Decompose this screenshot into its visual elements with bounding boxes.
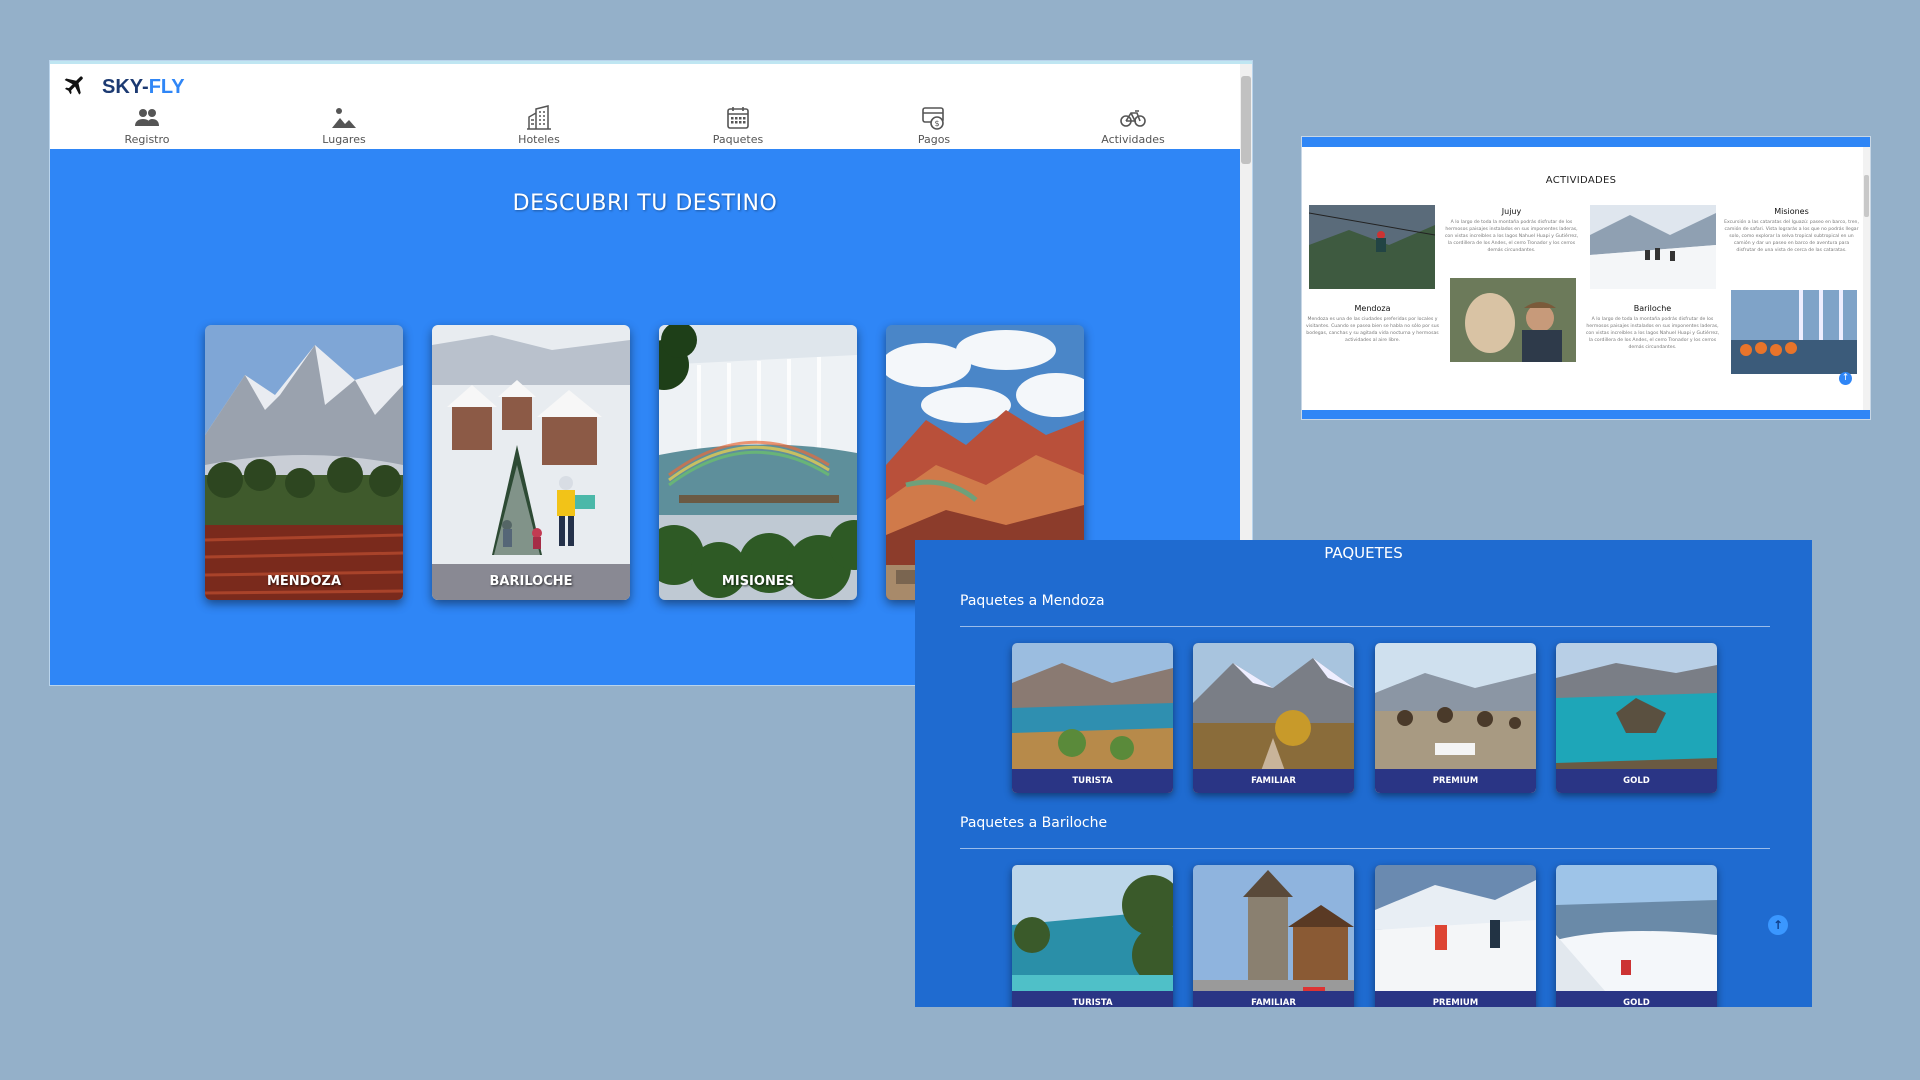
misiones-image (659, 325, 857, 600)
activity-description: A lo largo de toda la montaña podrás dis… (1585, 317, 1720, 350)
arrow-up-icon: ↑ (1772, 918, 1784, 932)
destination-card-misiones[interactable]: MISIONES (659, 325, 857, 600)
activity-misiones: Misiones Excursión a las cataratas del I… (1724, 207, 1859, 254)
section-title-bariloche: Paquetes a Bariloche (960, 815, 1108, 831)
package-label: FAMILIAR (1193, 769, 1354, 793)
payment-icon: $ (879, 104, 989, 132)
nav-lugares-label: Lugares (322, 133, 366, 146)
bicycle-icon (1078, 104, 1188, 132)
package-card-bariloche-gold[interactable]: GOLD (1556, 865, 1717, 1007)
scroll-top-button[interactable]: ↑ (1768, 915, 1788, 935)
package-card-mendoza-familiar[interactable]: FAMILIAR (1193, 643, 1354, 793)
activities-scrollbar[interactable] (1863, 147, 1870, 410)
activity-name: Misiones (1774, 207, 1809, 216)
package-image (1375, 865, 1536, 1007)
nav-paquetes[interactable]: Paquetes (683, 104, 793, 146)
destination-card-bariloche[interactable]: BARILOCHE (432, 325, 630, 600)
activity-description: Excursión a las cataratas del Iguazú: pa… (1724, 220, 1859, 253)
destination-label: MENDOZA (266, 574, 342, 589)
main-nav: Registro Lugares Hoteles Paquetes $ Pago… (50, 104, 1240, 148)
nav-paquetes-label: Paquetes (712, 133, 764, 146)
brand-name: SKY-FLY (102, 76, 185, 99)
package-card-bariloche-premium[interactable]: PREMIUM (1375, 865, 1536, 1007)
package-card-mendoza-gold[interactable]: GOLD (1556, 643, 1717, 793)
brand-name-main: SKY- (102, 75, 149, 98)
section-divider (960, 848, 1770, 849)
users-icon (92, 104, 202, 132)
nav-actividades[interactable]: Actividades (1078, 104, 1188, 146)
nav-pagos[interactable]: $ Pagos (879, 104, 989, 146)
svg-text:$: $ (934, 119, 939, 128)
zipline-photo (1309, 205, 1435, 289)
activity-name: Bariloche (1633, 304, 1672, 313)
activities-title: ACTIVIDADES (1545, 175, 1617, 186)
package-label: PREMIUM (1375, 769, 1536, 793)
activity-name: Mendoza (1354, 304, 1391, 313)
package-card-mendoza-premium[interactable]: PREMIUM (1375, 643, 1536, 793)
package-label: PREMIUM (1375, 991, 1536, 1007)
llama-photo (1450, 278, 1576, 362)
package-card-bariloche-turista[interactable]: TURISTA (1012, 865, 1173, 1007)
nav-hoteles-label: Hoteles (518, 133, 560, 146)
brand-name-accent: FLY (148, 75, 185, 98)
airplane-icon (62, 72, 88, 102)
main-scrollbar-thumb[interactable] (1241, 76, 1251, 164)
nav-hoteles[interactable]: Hoteles (484, 104, 594, 146)
nav-registro[interactable]: Registro (92, 104, 202, 146)
activity-name: Jujuy (1501, 207, 1522, 216)
scroll-top-button[interactable]: ↑ (1839, 372, 1852, 385)
nav-registro-label: Registro (124, 133, 170, 146)
landscape-icon (289, 104, 399, 132)
package-label: GOLD (1556, 991, 1717, 1007)
hero-title: DESCUBRI TU DESTINO (512, 191, 778, 216)
packages-title: PAQUETES (1324, 544, 1403, 562)
brand-logo[interactable]: SKY-FLY (62, 72, 185, 102)
site-header: SKY-FLY Registro Lugares Hoteles Paquete… (50, 64, 1240, 149)
nav-lugares[interactable]: Lugares (289, 104, 399, 146)
activity-description: Mendoza es una de las ciudades preferida… (1305, 317, 1440, 343)
snow-photo (1590, 205, 1716, 289)
package-card-mendoza-turista[interactable]: TURISTA (1012, 643, 1173, 793)
package-image (1193, 865, 1354, 1007)
package-image (1012, 865, 1173, 1007)
activities-window: ACTIVIDADES Jujuy A lo largo de toda la … (1302, 137, 1870, 419)
mendoza-image (205, 325, 403, 600)
destination-card-mendoza[interactable]: MENDOZA (205, 325, 403, 600)
calendar-icon (683, 104, 793, 132)
nav-pagos-label: Pagos (917, 133, 951, 146)
package-label: TURISTA (1012, 991, 1173, 1007)
bariloche-image (432, 325, 630, 600)
package-label: FAMILIAR (1193, 991, 1354, 1007)
nav-actividades-label: Actividades (1101, 133, 1165, 146)
section-divider (960, 626, 1770, 627)
package-image (1556, 865, 1717, 1007)
package-label: TURISTA (1012, 769, 1173, 793)
destination-label: BARILOCHE (432, 564, 630, 600)
boat-photo (1731, 290, 1857, 374)
destination-label: MISIONES (721, 574, 795, 589)
activity-bariloche: Bariloche A lo largo de toda la montaña … (1585, 304, 1720, 351)
arrow-up-icon: ↑ (1841, 373, 1850, 383)
package-card-bariloche-familiar[interactable]: FAMILIAR (1193, 865, 1354, 1007)
activity-description: A lo largo de toda la montaña podrás dis… (1444, 220, 1579, 253)
packages-window: PAQUETES Paquetes a Mendoza TURISTA FAMI… (915, 540, 1812, 1007)
activity-mendoza: Mendoza Mendoza es una de las ciudades p… (1305, 304, 1440, 344)
section-title-mendoza: Paquetes a Mendoza (960, 593, 1105, 609)
activities-scrollbar-thumb[interactable] (1864, 175, 1869, 217)
building-icon (484, 104, 594, 132)
package-label: GOLD (1556, 769, 1717, 793)
activity-jujuy: Jujuy A lo largo de toda la montaña podr… (1444, 207, 1579, 254)
